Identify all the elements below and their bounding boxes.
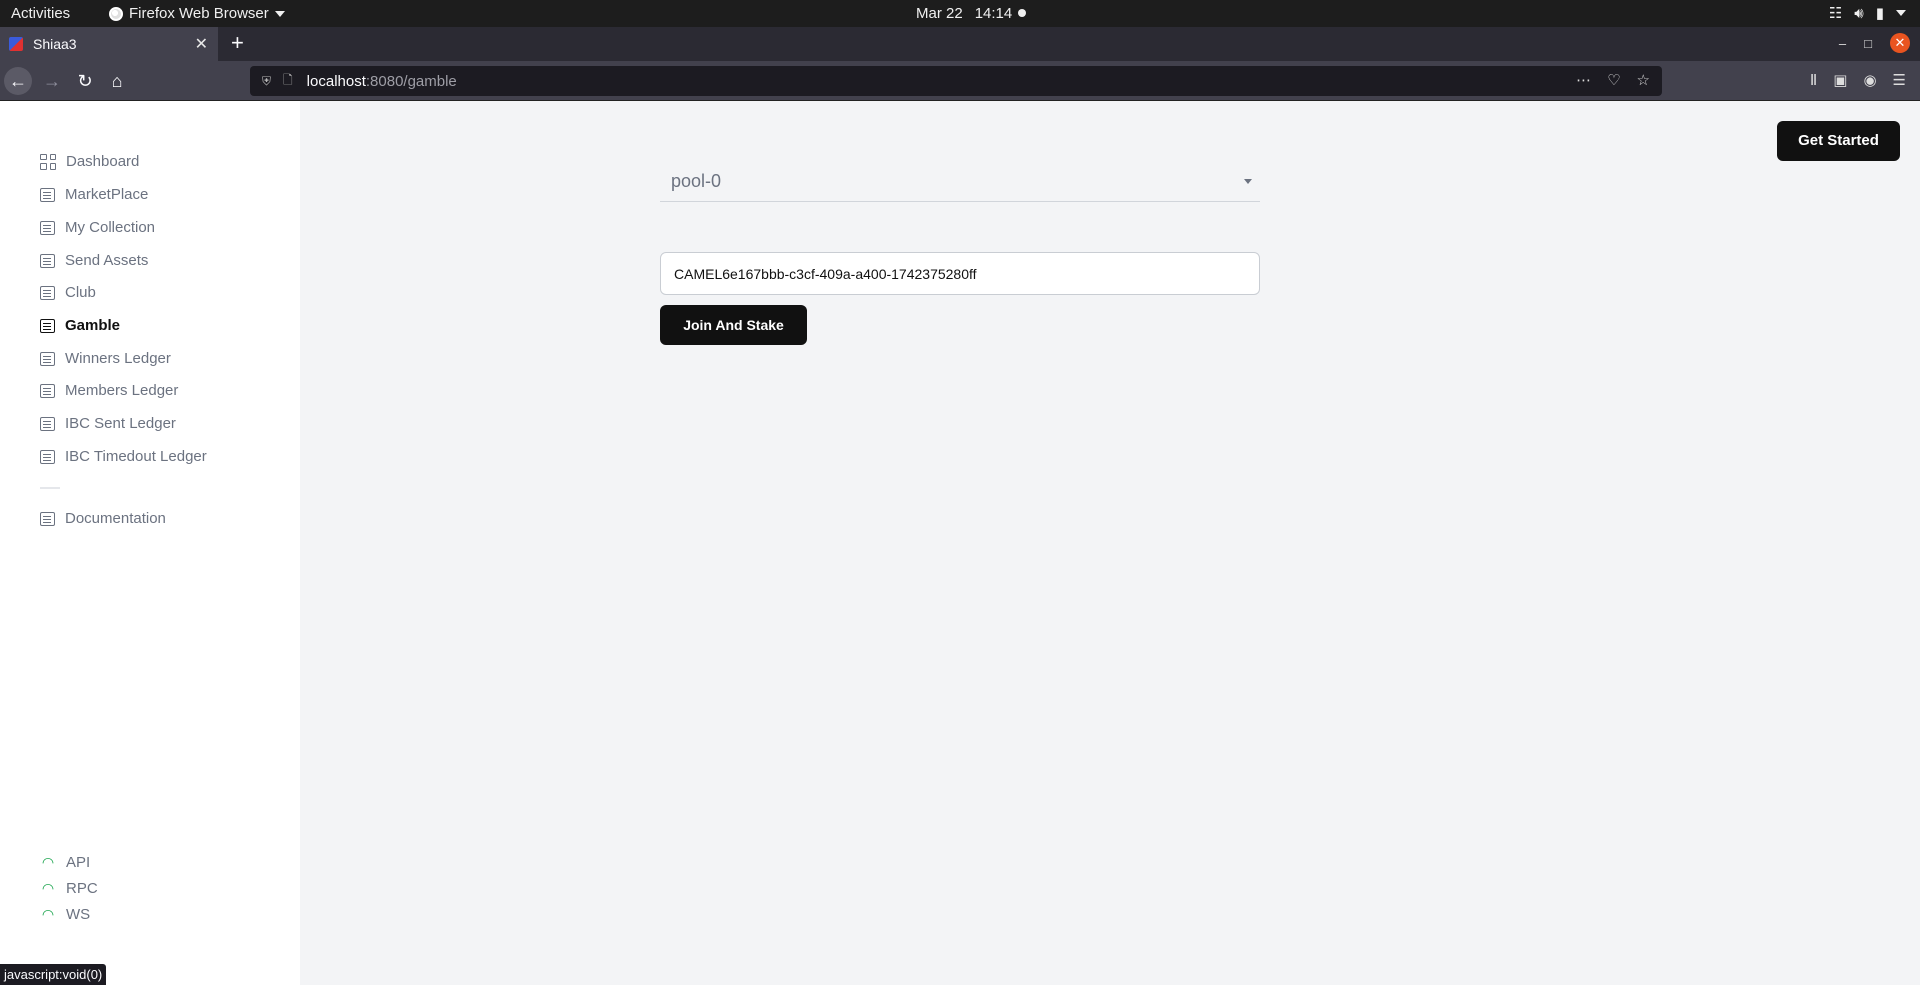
more-icon[interactable]: ⋯ (1576, 71, 1591, 89)
status-rpc: ◠ RPC (40, 880, 98, 897)
app-menu-label: Firefox Web Browser (129, 5, 269, 22)
sidebar-item-label: IBC Timedout Ledger (65, 448, 207, 465)
url-actions: ⋯ ♡ ☆ (1576, 71, 1650, 89)
url-text: localhost:8080/gamble (307, 73, 457, 90)
tab-bar: Shiaa3 ✕ + – □ ✕ (0, 27, 1920, 61)
menu-icon[interactable]: ☰ (1893, 71, 1906, 89)
sidebar-item-ibc-timedout-ledger[interactable]: IBC Timedout Ledger (40, 448, 207, 465)
sidebar-item-label: Members Ledger (65, 382, 179, 399)
url-bar[interactable]: ⛨ 🗋 localhost:8080/gamble ⋯ ♡ ☆ (250, 66, 1662, 96)
page-icon: 🗋 (283, 72, 293, 87)
clock-time: 14:14 (974, 5, 1013, 22)
new-tab-button[interactable]: + (231, 31, 244, 55)
sidebar-item-dashboard[interactable]: Dashboard (40, 153, 139, 170)
forward-button[interactable]: → (38, 67, 66, 95)
sidebar-item-ibc-sent-ledger[interactable]: IBC Sent Ledger (40, 415, 176, 432)
minimize-icon[interactable]: – (1839, 36, 1846, 51)
pool-select-value: pool-0 (671, 170, 722, 191)
document-icon (40, 318, 55, 333)
sidebar: Dashboard MarketPlace My Collection Send… (0, 101, 300, 985)
library-icon[interactable]: Ⅱ (1810, 71, 1817, 89)
status-label: RPC (66, 880, 98, 897)
dashboard-grid-icon (40, 153, 56, 170)
sidebar-item-documentation[interactable]: Documentation (40, 510, 166, 527)
url-host: localhost (306, 72, 366, 90)
sidebar-item-label: Documentation (65, 510, 166, 527)
sidebar-item-send-assets[interactable]: Send Assets (40, 252, 148, 269)
reload-button[interactable]: ↻ (71, 67, 99, 95)
notification-dot-icon (1018, 9, 1026, 17)
chevron-down-icon (1896, 10, 1906, 16)
tab-title: Shiaa3 (33, 36, 77, 52)
document-icon (40, 383, 55, 398)
document-icon (40, 449, 55, 464)
sidebar-item-label: MarketPlace (65, 186, 149, 203)
get-started-button[interactable]: Get Started (1777, 121, 1900, 161)
clock[interactable]: Mar 22 14:14 (916, 5, 1012, 22)
browser-tab[interactable]: Shiaa3 ✕ (0, 27, 218, 61)
gnome-top-bar: Activities Firefox Web Browser Mar 22 14… (0, 0, 1920, 27)
document-icon (40, 187, 55, 202)
document-icon (40, 351, 55, 366)
firefox-icon (109, 6, 123, 21)
sidebar-item-gamble[interactable]: Gamble (40, 317, 120, 334)
battery-icon: ▮ (1875, 5, 1884, 22)
stake-input[interactable] (660, 252, 1260, 295)
sidebar-item-my-collection[interactable]: My Collection (40, 219, 155, 236)
favicon-icon (9, 37, 23, 51)
window-controls: – □ ✕ (1839, 33, 1910, 53)
bookmark-star-icon[interactable]: ☆ (1637, 71, 1650, 89)
join-and-stake-button[interactable]: Join And Stake (660, 305, 807, 345)
close-window-icon[interactable]: ✕ (1890, 33, 1910, 53)
status-label: API (66, 854, 91, 871)
shield-icon[interactable]: ⛨ (262, 74, 271, 89)
document-icon (40, 511, 55, 526)
sidebar-item-label: Send Assets (65, 252, 149, 269)
chevron-down-icon (1244, 179, 1252, 184)
wifi-icon: ◠ (42, 880, 54, 896)
activities-button[interactable]: Activities (11, 5, 70, 22)
wifi-icon: ◠ (42, 854, 54, 870)
pool-select[interactable]: pool-0 (660, 161, 1260, 202)
sidebar-item-winners-ledger[interactable]: Winners Ledger (40, 350, 171, 367)
network-icon: ☷ (1828, 5, 1843, 22)
close-tab-icon[interactable]: ✕ (195, 34, 208, 54)
home-button[interactable]: ⌂ (103, 67, 131, 95)
sidebar-toggle-icon[interactable]: ▣ (1833, 71, 1847, 89)
link-status-bar: javascript:void(0) (0, 964, 107, 985)
document-icon (40, 285, 55, 300)
volume-icon: 🔊︎ (1854, 4, 1864, 22)
sidebar-item-label: Club (65, 284, 96, 301)
pocket-icon[interactable]: ♡ (1607, 71, 1620, 89)
sidebar-item-label: Winners Ledger (65, 350, 171, 367)
status-label: WS (66, 906, 91, 923)
navigation-bar: ← → ↻ ⌂ ⛨ 🗋 localhost:8080/gamble ⋯ ♡ ☆ … (0, 61, 1920, 101)
system-tray[interactable]: ☷ 🔊︎ ▮ (1829, 4, 1906, 22)
sidebar-item-marketplace[interactable]: MarketPlace (40, 186, 148, 203)
account-icon[interactable]: ◉ (1863, 71, 1876, 89)
maximize-icon[interactable]: □ (1864, 36, 1872, 51)
document-icon (40, 253, 55, 268)
status-api: ◠ API (40, 854, 91, 871)
sidebar-item-label: Gamble (65, 317, 121, 334)
sidebar-item-label: Dashboard (66, 153, 140, 170)
sidebar-divider (40, 487, 60, 489)
sidebar-item-members-ledger[interactable]: Members Ledger (40, 382, 178, 399)
back-button[interactable]: ← (4, 67, 32, 95)
chevron-down-icon (274, 10, 285, 17)
sidebar-item-label: IBC Sent Ledger (65, 415, 176, 432)
document-icon (40, 416, 55, 431)
page-content: Dashboard MarketPlace My Collection Send… (0, 101, 1920, 985)
document-icon (40, 220, 55, 235)
toolbar-icons: Ⅱ ▣ ◉ ☰ (1810, 71, 1906, 89)
sidebar-item-label: My Collection (65, 219, 156, 236)
sidebar-item-club[interactable]: Club (40, 284, 96, 301)
wifi-icon: ◠ (42, 906, 54, 922)
clock-date: Mar 22 (916, 5, 963, 22)
status-ws: ◠ WS (40, 906, 91, 923)
app-menu[interactable]: Firefox Web Browser (109, 5, 285, 22)
url-path: :8080/gamble (365, 72, 457, 90)
